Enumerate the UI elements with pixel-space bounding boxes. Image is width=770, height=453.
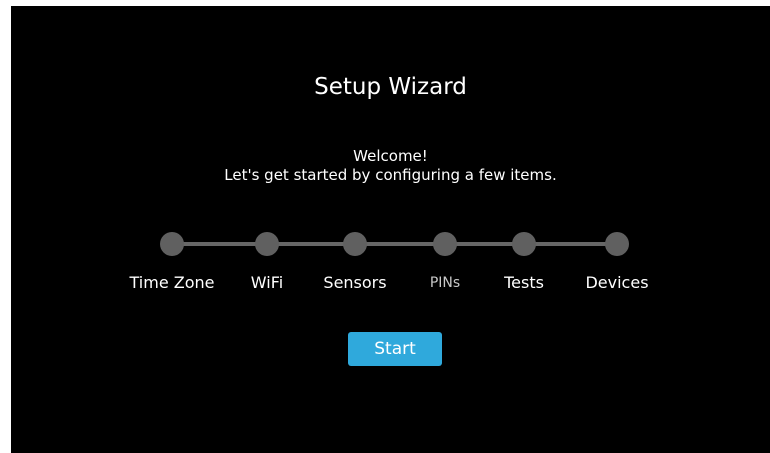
step-label-devices: Devices [585,273,649,292]
welcome-subtext: Let's get started by configuring a few i… [224,166,557,184]
step-connector-line [172,242,618,246]
step-dot-wifi [255,232,279,256]
step-dot-pins [433,232,457,256]
welcome-message: Welcome! Let's get started by configurin… [11,147,770,185]
step-dot-devices [605,232,629,256]
step-dot-sensors [343,232,367,256]
start-button[interactable]: Start [348,332,442,366]
step-dot-time-zone [160,232,184,256]
setup-wizard-screen: Setup Wizard Welcome! Let's get started … [11,6,770,453]
welcome-heading: Welcome! [353,147,428,165]
page-title: Setup Wizard [314,74,467,100]
step-dot-tests [512,232,536,256]
